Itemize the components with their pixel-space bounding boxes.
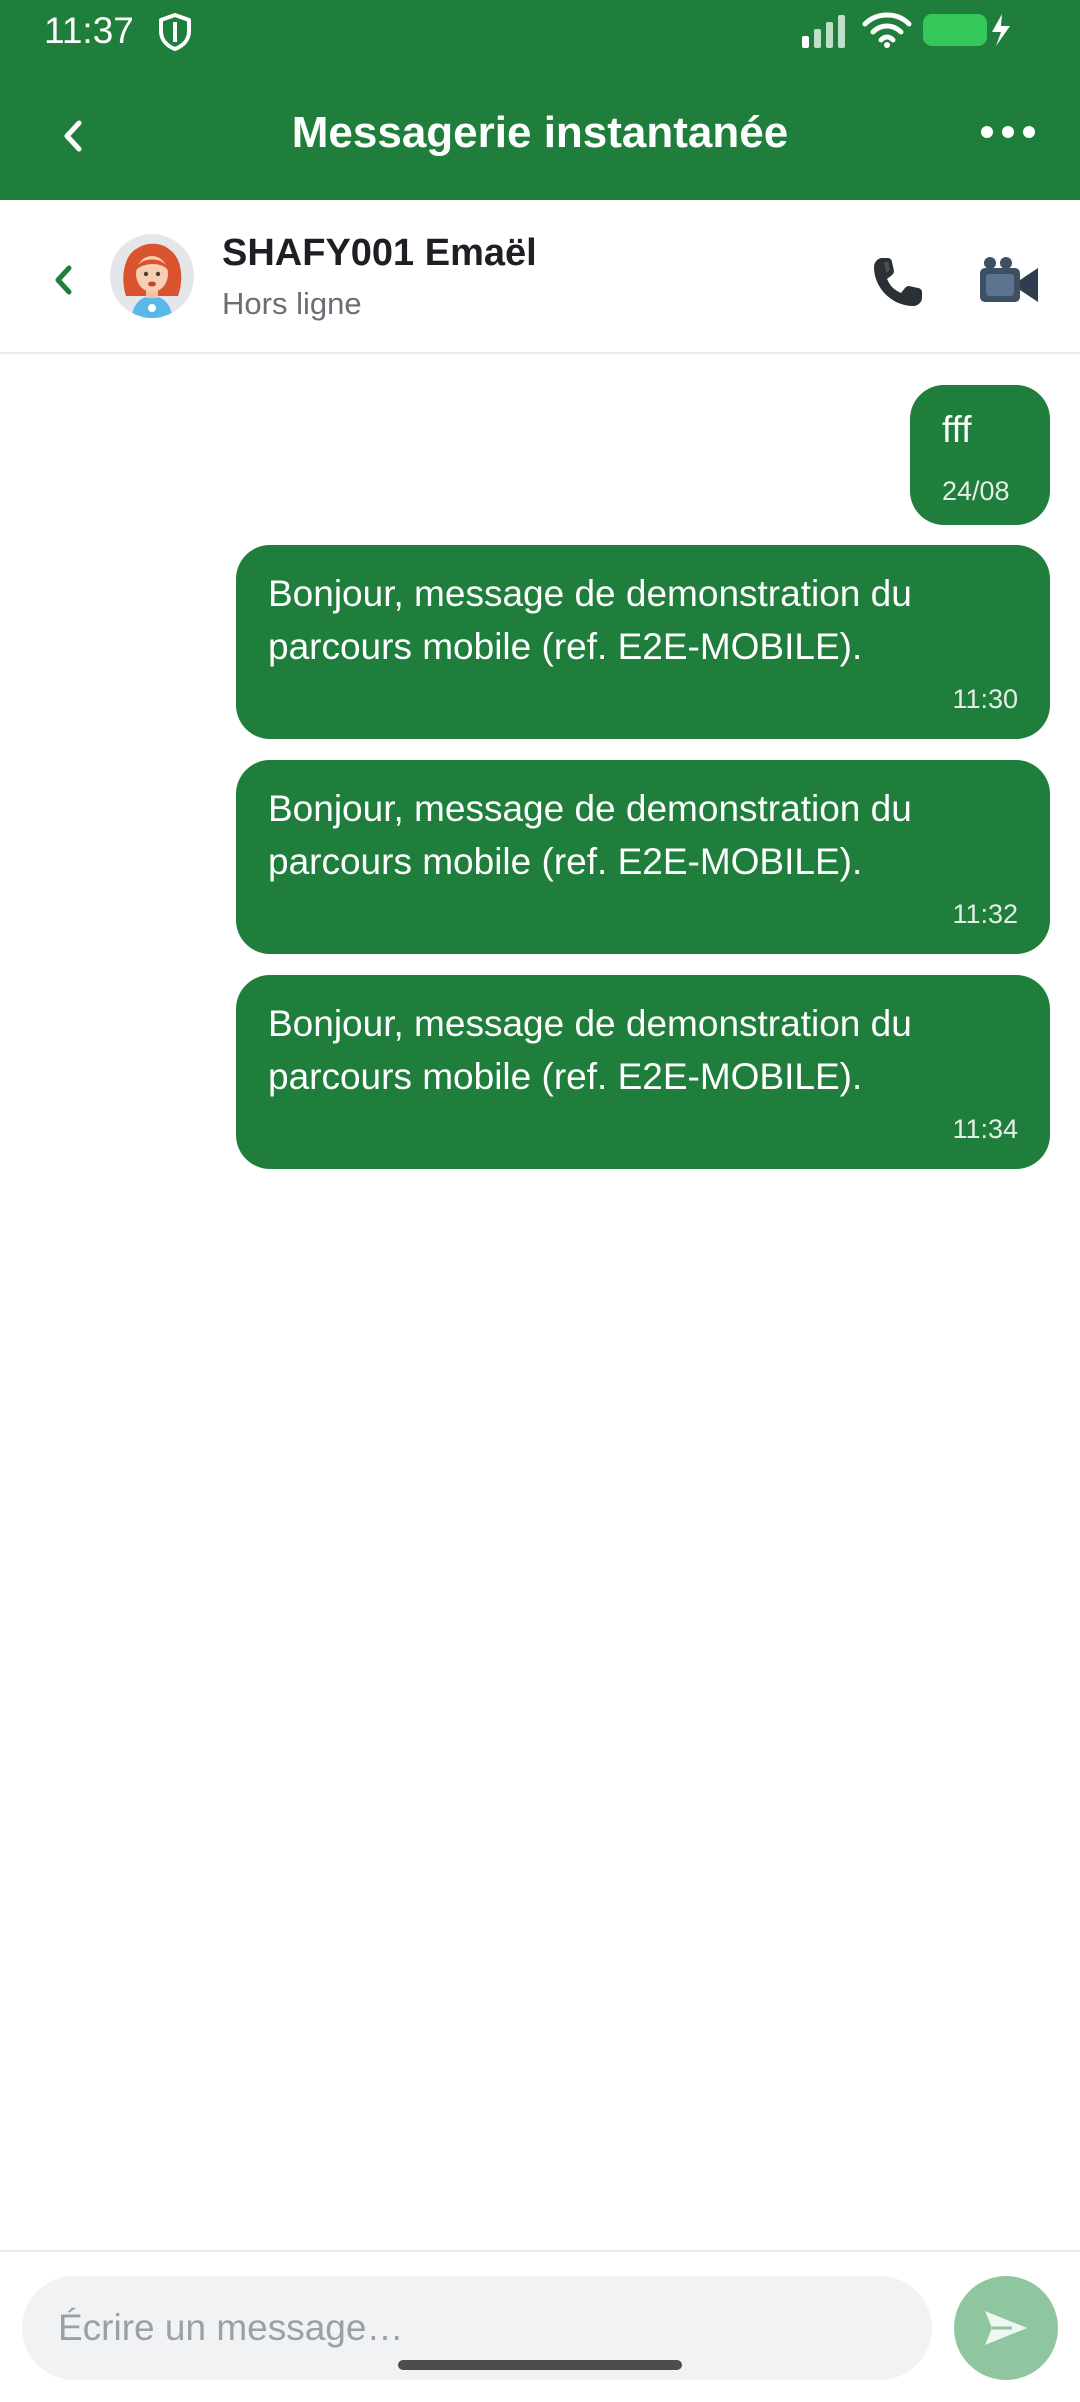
message-text: fff — [942, 409, 972, 450]
avatar-image — [110, 234, 194, 318]
contact-back-button[interactable] — [40, 252, 86, 308]
video-camera-icon — [980, 257, 1038, 302]
message-list[interactable]: fff 24/08 Bonjour, message de demonstrat… — [0, 354, 1080, 2250]
battery-charging-icon — [923, 14, 1010, 46]
contact-name: SHAFY001 Emaël — [222, 232, 537, 274]
signal-icon — [802, 15, 845, 48]
contact-status: Hors ligne — [222, 286, 362, 321]
message-time: 11:34 — [952, 1114, 1018, 1144]
page-title: Messagerie instantanée — [291, 108, 789, 157]
message-text: Bonjour, message de demonstration du par… — [268, 573, 912, 667]
shield-icon — [159, 13, 191, 51]
message-text: Bonjour, message de demonstration du par… — [268, 788, 912, 882]
call-button[interactable] — [860, 244, 936, 320]
more-horizontal-icon — [981, 126, 1035, 138]
message-time: 11:32 — [952, 899, 1018, 929]
avatar[interactable] — [110, 234, 194, 318]
message-bubble[interactable]: Bonjour, message de demonstration du par… — [236, 760, 1050, 954]
contact-header: SHAFY001 Emaël Hors ligne — [0, 200, 1080, 354]
phone-icon — [874, 258, 922, 306]
message-bubble[interactable]: Bonjour, message de demonstration du par… — [236, 545, 1050, 739]
message-composer — [0, 2250, 1080, 2402]
message-bubble[interactable]: Bonjour, message de demonstration du par… — [236, 975, 1050, 1169]
wifi-icon — [862, 12, 912, 48]
app-back-button[interactable] — [48, 104, 96, 168]
message-time: 11:30 — [952, 684, 1018, 714]
message-time: 24/08 — [942, 476, 1010, 506]
chevron-left-icon — [55, 265, 72, 295]
home-indicator[interactable] — [398, 2360, 682, 2370]
top-bar: 11:37 Messagerie instantanée — [0, 0, 1080, 200]
chevron-left-icon — [64, 120, 82, 152]
more-options-button[interactable] — [972, 110, 1044, 154]
status-time: 11:37 — [44, 10, 134, 51]
message-text: Bonjour, message de demonstration du par… — [268, 1003, 912, 1097]
send-icon — [985, 2311, 1027, 2345]
send-button[interactable] — [954, 2276, 1058, 2380]
message-bubble[interactable]: fff 24/08 — [910, 385, 1050, 525]
video-call-button[interactable] — [970, 244, 1050, 320]
